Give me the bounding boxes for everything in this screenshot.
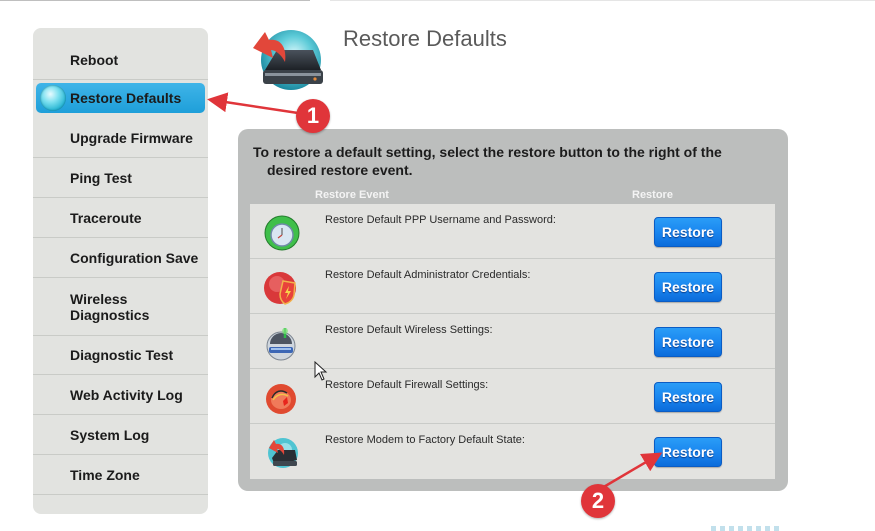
sidebar-item-configuration-save[interactable]: Configuration Save: [33, 238, 208, 278]
sidebar-item-label: Restore Defaults: [70, 90, 182, 106]
sidebar-item-label: Configuration Save: [70, 249, 199, 266]
description-line: desired restore event.: [267, 162, 413, 178]
sidebar-item-web-activity-log[interactable]: Web Activity Log: [33, 375, 208, 415]
sidebar-item-time-zone[interactable]: Time Zone: [33, 455, 208, 495]
restore-factory-default-button[interactable]: Restore: [654, 437, 722, 467]
table-row: Restore Default PPP Username and Passwor…: [250, 204, 775, 259]
sidebar-item-label: Web Activity Log: [70, 386, 183, 403]
table-row: Restore Default Wireless Settings: Resto…: [250, 314, 775, 369]
sidebar-item-ping-test[interactable]: Ping Test: [33, 158, 208, 198]
sidebar-item-label: Time Zone: [70, 466, 140, 483]
restore-panel: To restore a default setting, select the…: [238, 129, 788, 491]
restore-drive-icon: [268, 438, 298, 468]
row-label: Restore Default PPP Username and Passwor…: [325, 214, 556, 226]
annotation-badge-2: 2: [581, 484, 615, 518]
footer-fragment: [711, 526, 781, 531]
row-label: Restore Modem to Factory Default State:: [325, 434, 525, 446]
sidebar-item-restore-defaults[interactable]: Restore Defaults: [36, 83, 205, 113]
wireless-router-icon: [266, 328, 296, 361]
table-row: Restore Modem to Factory Default State: …: [250, 424, 775, 479]
active-orb-icon: [40, 85, 66, 111]
sidebar-item-reboot[interactable]: Reboot: [33, 40, 208, 80]
description-line: To restore a default setting, select the…: [253, 144, 722, 160]
sidebar-item-label: Diagnostic Test: [70, 346, 174, 363]
sidebar-item-wireless-diagnostics[interactable]: Wireless Diagnostics: [33, 278, 208, 336]
firewall-icon: [266, 384, 296, 414]
mouse-cursor-icon: [314, 361, 328, 381]
restore-table: Restore Default PPP Username and Passwor…: [250, 204, 775, 479]
shield-icon: [264, 272, 296, 305]
table-row: Restore Default Firewall Settings: Resto…: [250, 369, 775, 424]
sidebar-item-label: System Log: [70, 426, 150, 443]
row-label: Restore Default Wireless Settings:: [325, 324, 493, 336]
sidebar-item-system-log[interactable]: System Log: [33, 415, 208, 455]
sidebar-item-label: Wireless Diagnostics: [70, 290, 150, 323]
column-header-event: Restore Event: [315, 189, 389, 201]
restore-firewall-button[interactable]: Restore: [654, 382, 722, 412]
sidebar-item-diagnostic-test[interactable]: Diagnostic Test: [33, 335, 208, 375]
top-border: [330, 0, 875, 1]
sidebar-item-label: Traceroute: [70, 209, 142, 226]
sidebar-item-traceroute[interactable]: Traceroute: [33, 198, 208, 238]
sidebar-item-label: Ping Test: [70, 169, 132, 186]
row-label: Restore Default Administrator Credential…: [325, 269, 531, 281]
restore-wireless-button[interactable]: Restore: [654, 327, 722, 357]
page-title: Restore Defaults: [343, 26, 507, 51]
annotation-badge-1: 1: [296, 99, 330, 133]
sidebar-item-upgrade-firmware[interactable]: Upgrade Firmware: [33, 118, 208, 158]
sidebar-item-label: Reboot: [70, 51, 119, 68]
panel-description: To restore a default setting, select the…: [253, 143, 773, 179]
restore-admin-credentials-button[interactable]: Restore: [654, 272, 722, 302]
top-border: [0, 0, 310, 1]
sidebar-item-label: Upgrade Firmware: [70, 129, 193, 146]
column-header-restore: Restore: [632, 189, 673, 201]
restore-ppp-button[interactable]: Restore: [654, 217, 722, 247]
clock-icon: [264, 215, 300, 251]
table-row: Restore Default Administrator Credential…: [250, 259, 775, 314]
row-label: Restore Default Firewall Settings:: [325, 379, 489, 391]
sidebar: Reboot Restore Defaults Upgrade Firmware…: [33, 28, 208, 514]
restore-drive-icon: [253, 30, 323, 90]
